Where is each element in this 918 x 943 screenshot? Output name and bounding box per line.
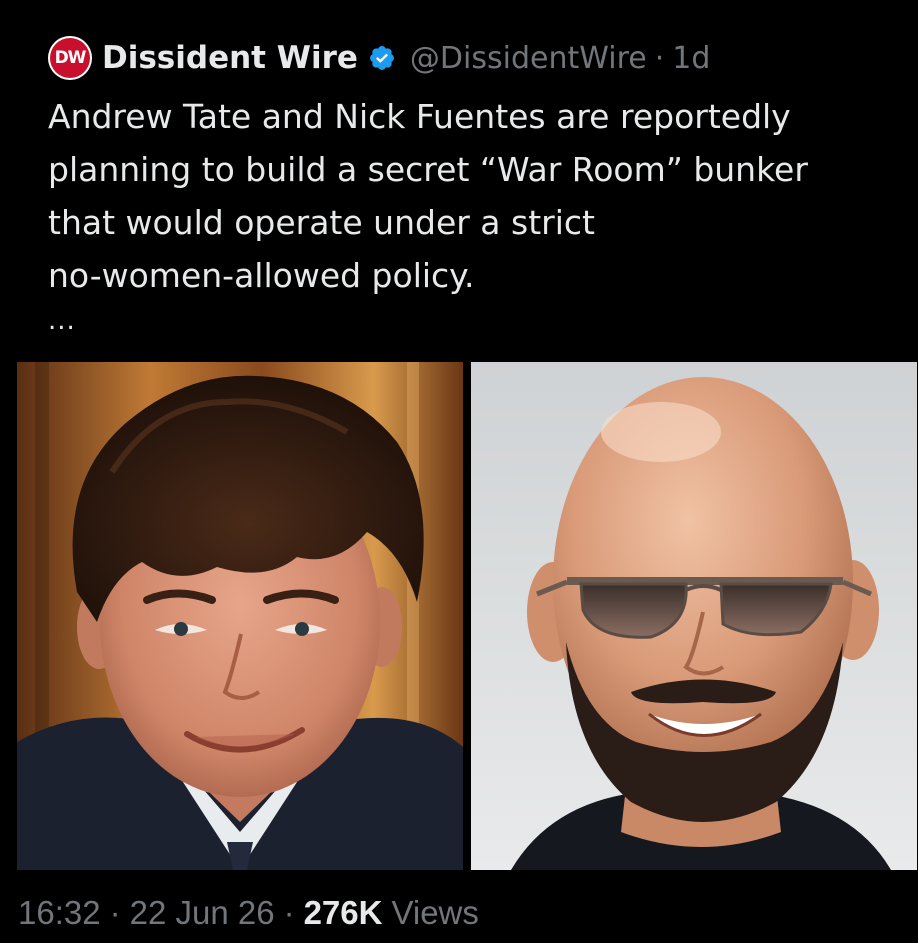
header-separator: · [654, 40, 665, 76]
tweet-card: DW Dissident Wire @DissidentWire · 1d An… [0, 0, 918, 943]
avatar-logo: DW [50, 38, 90, 78]
photo-left[interactable] [17, 362, 463, 870]
tweet-text-line: Andrew Tate and Nick Fuentes are reporte… [48, 97, 791, 136]
media-grid [17, 362, 917, 870]
tweet-text-line: that would operate under a strict [48, 203, 595, 242]
post-date[interactable]: 22 Jun 26 [130, 894, 275, 932]
tweet-header: DW Dissident Wire @DissidentWire · 1d [48, 36, 710, 80]
tweet-footer: 16:32 · 22 Jun 26 · 276K Views [18, 893, 479, 933]
post-time[interactable]: 16:32 [18, 894, 101, 932]
post-time-ago[interactable]: 1d [672, 41, 710, 76]
author-display-name[interactable]: Dissident Wire [102, 40, 358, 76]
tweet-text: Andrew Tate and Nick Fuentes are reporte… [48, 90, 888, 302]
footer-separator: · [283, 894, 295, 931]
verified-badge-icon [369, 46, 394, 70]
portrait-illustration-left [17, 362, 463, 870]
views-label: Views [391, 894, 479, 931]
portrait-illustration-right [471, 362, 917, 870]
author-handle[interactable]: @DissidentWire [410, 41, 647, 76]
photo-right[interactable] [471, 362, 917, 870]
tweet-text-line: no-women-allowed policy. [48, 256, 475, 295]
tweet-text-line: planning to build a secret “War Room” bu… [48, 150, 808, 189]
show-more-ellipsis[interactable]: ... [48, 306, 76, 336]
avatar[interactable]: DW [48, 36, 92, 80]
views-count[interactable]: 276K [304, 894, 383, 932]
footer-separator: · [109, 894, 121, 931]
